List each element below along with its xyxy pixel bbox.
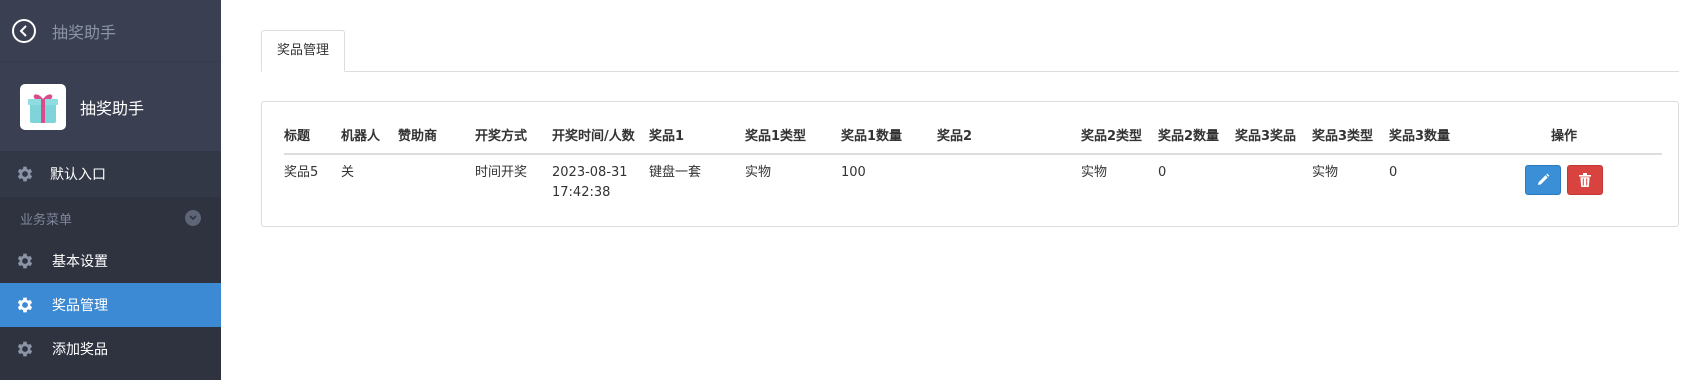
- main-content: 奖品管理 标题 机器人 赞助商 开奖方式 开奖时间/人数 奖品1 奖品1类型 奖…: [221, 0, 1701, 380]
- draw-clock-time: 17:42:38: [552, 185, 611, 200]
- sidebar: 抽奖助手 抽奖助手 默认入口 业务菜单 基本设置 奖品管理 添加奖品: [0, 0, 221, 380]
- gear-icon: [14, 250, 36, 272]
- cell-actions: [1466, 154, 1662, 203]
- section-label: 业务菜单: [20, 212, 73, 228]
- column-header-actions: 操作: [1466, 116, 1662, 155]
- draw-date: 2023-08-31: [552, 165, 628, 180]
- sidebar-item-prize-management[interactable]: 奖品管理: [0, 283, 221, 327]
- gift-icon: [20, 83, 66, 130]
- sidebar-header: 抽奖助手: [0, 0, 221, 61]
- cell-draw-time: 2023-08-31 17:42:38: [552, 154, 649, 203]
- cell-sponsor: [398, 154, 475, 203]
- column-header-draw-time: 开奖时间/人数: [552, 116, 649, 155]
- cell-prize1-type: 实物: [745, 165, 772, 180]
- table-row: 奖品5 关 时间开奖 2023-08-31 17:42:38 键盘一套 实物 1…: [284, 154, 1662, 203]
- cell-prize2: [937, 154, 1081, 203]
- sidebar-item-label: 默认入口: [50, 167, 106, 183]
- cell-prize3-type: 实物: [1312, 165, 1339, 180]
- cell-title: 奖品5: [284, 165, 319, 180]
- sidebar-item-label: 奖品管理: [52, 298, 108, 314]
- column-header-prize2: 奖品2: [937, 116, 1081, 155]
- tab-prize-management[interactable]: 奖品管理: [261, 30, 346, 72]
- column-header-prize1-count: 奖品1数量: [841, 116, 937, 155]
- cell-prize1: 键盘一套: [649, 165, 702, 180]
- cell-prize3-count: 0: [1389, 165, 1398, 180]
- table-panel: 标题 机器人 赞助商 开奖方式 开奖时间/人数 奖品1 奖品1类型 奖品1数量 …: [261, 101, 1679, 227]
- column-header-prize3-type: 奖品3类型: [1312, 116, 1389, 155]
- app-info: 抽奖助手: [0, 61, 221, 151]
- gear-icon: [14, 294, 36, 316]
- tab-bar: 奖品管理: [261, 30, 1679, 72]
- back-circle-icon[interactable]: [12, 18, 36, 43]
- cell-prize2-type: 实物: [1081, 165, 1108, 180]
- sidebar-item-label: 基本设置: [52, 254, 108, 270]
- column-header-prize3: 奖品3奖品: [1235, 116, 1312, 155]
- column-header-prize1-type: 奖品1类型: [745, 116, 841, 155]
- column-header-title: 标题: [284, 116, 341, 155]
- column-header-prize3-count: 奖品3数量: [1389, 116, 1466, 155]
- prize-table: 标题 机器人 赞助商 开奖方式 开奖时间/人数 奖品1 奖品1类型 奖品1数量 …: [284, 116, 1662, 203]
- cell-prize3: [1235, 154, 1312, 203]
- gear-icon: [14, 338, 36, 360]
- column-header-robot: 机器人: [341, 116, 398, 155]
- cell-prize2-count: 0: [1158, 165, 1167, 180]
- column-header-draw-method: 开奖方式: [475, 116, 552, 155]
- sidebar-item-add-prize[interactable]: 添加奖品: [0, 327, 221, 371]
- pencil-icon: [1537, 173, 1550, 185]
- app-name: 抽奖助手: [80, 98, 145, 118]
- trash-icon: [1579, 173, 1592, 187]
- sidebar-item-default-entry[interactable]: 默认入口: [0, 151, 221, 197]
- table-header-row: 标题 机器人 赞助商 开奖方式 开奖时间/人数 奖品1 奖品1类型 奖品1数量 …: [284, 116, 1662, 155]
- edit-button[interactable]: [1524, 165, 1561, 195]
- app-root: 抽奖助手 抽奖助手 默认入口 业务菜单 基本设置 奖品管理 添加奖品 奖品管理 …: [0, 0, 1701, 380]
- gear-icon: [14, 163, 36, 185]
- sidebar-section-business-menu[interactable]: 业务菜单: [0, 197, 221, 239]
- cell-robot: 关: [341, 165, 355, 180]
- sidebar-item-label: 添加奖品: [52, 342, 108, 358]
- cell-draw-method: 时间开奖: [475, 165, 528, 180]
- column-header-sponsor: 赞助商: [398, 116, 475, 155]
- column-header-prize2-count: 奖品2数量: [1158, 116, 1235, 155]
- chevron-down-icon[interactable]: [185, 210, 201, 226]
- sidebar-header-title: 抽奖助手: [52, 22, 117, 42]
- cell-prize1-count: 100: [841, 165, 866, 180]
- column-header-prize1: 奖品1: [649, 116, 745, 155]
- sidebar-item-basic-settings[interactable]: 基本设置: [0, 239, 221, 283]
- column-header-prize2-type: 奖品2类型: [1081, 116, 1158, 155]
- delete-button[interactable]: [1567, 165, 1604, 195]
